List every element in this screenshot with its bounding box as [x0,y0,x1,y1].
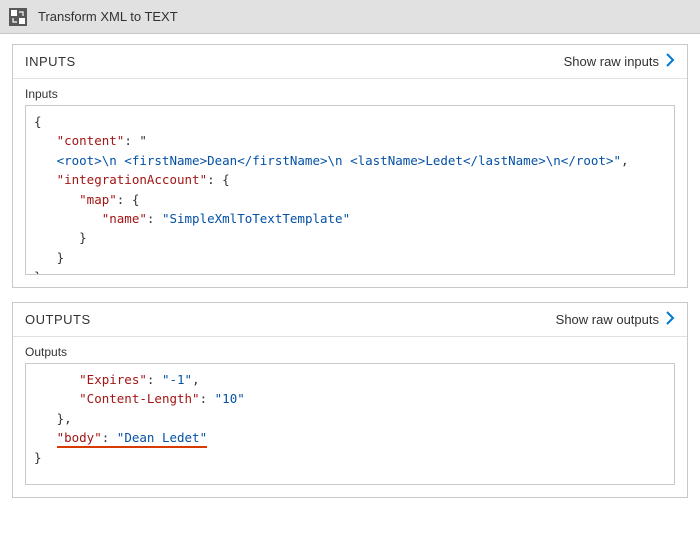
transform-icon [8,7,28,27]
inputs-code: { "content": " <root>\n <firstName>Dean<… [34,112,666,274]
titlebar: Transform XML to TEXT [0,0,700,34]
outputs-sub-label: Outputs [25,345,675,359]
page-title: Transform XML to TEXT [38,9,178,24]
outputs-code-box: "Expires": "-1", "Content-Length": "10" … [25,363,675,485]
inputs-panel-header: INPUTS Show raw inputs [13,45,687,79]
outputs-panel-body: Outputs "Expires": "-1", "Content-Length… [13,337,687,497]
outputs-panel: OUTPUTS Show raw outputs Outputs "Expire… [12,302,688,498]
show-raw-outputs-button[interactable]: Show raw outputs [556,311,675,328]
outputs-panel-title: OUTPUTS [25,312,91,327]
inputs-panel-body: Inputs { "content": " <root>\n <firstNam… [13,79,687,287]
inputs-panel: INPUTS Show raw inputs Inputs { "content… [12,44,688,288]
inputs-sub-label: Inputs [25,87,675,101]
chevron-right-icon [665,311,675,328]
outputs-code: "Expires": "-1", "Content-Length": "10" … [34,370,666,484]
show-raw-inputs-button[interactable]: Show raw inputs [564,53,675,70]
outputs-code-scroll[interactable]: "Expires": "-1", "Content-Length": "10" … [26,364,674,484]
inputs-code-scroll[interactable]: { "content": " <root>\n <firstName>Dean<… [26,106,674,274]
inputs-panel-title: INPUTS [25,54,76,69]
inputs-code-box: { "content": " <root>\n <firstName>Dean<… [25,105,675,275]
content-area: INPUTS Show raw inputs Inputs { "content… [0,34,700,522]
chevron-right-icon [665,53,675,70]
outputs-panel-header: OUTPUTS Show raw outputs [13,303,687,337]
show-raw-outputs-label: Show raw outputs [556,312,659,327]
show-raw-inputs-label: Show raw inputs [564,54,659,69]
